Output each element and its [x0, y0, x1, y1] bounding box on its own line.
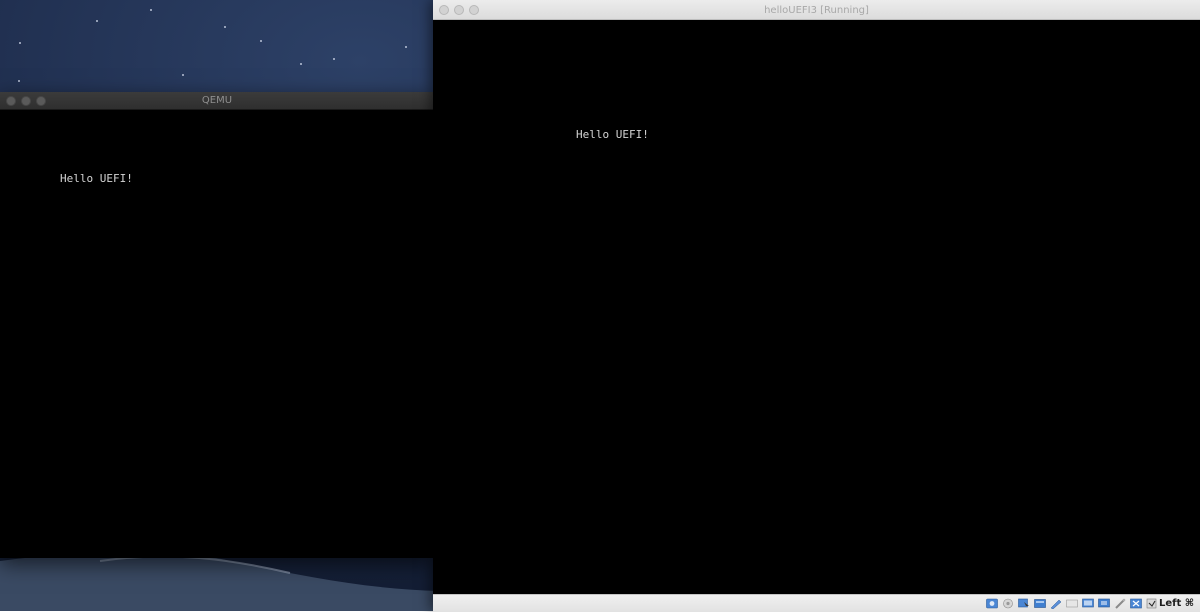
virtualbox-window-title: helloUEFI3 [Running] — [764, 5, 869, 16]
video-capture-icon[interactable] — [1081, 597, 1094, 609]
cpu-icon[interactable] — [1097, 597, 1110, 609]
status-icons-group — [985, 597, 1158, 610]
keyboard-capture-icon[interactable] — [1145, 597, 1158, 609]
virtualbox-window[interactable]: helloUEFI3 [Running] Hello UEFI! Left ⌘ — [433, 0, 1200, 612]
shared-folders-icon[interactable] — [1049, 597, 1062, 609]
network-icon[interactable] — [1033, 597, 1046, 609]
virtualbox-status-bar: Left ⌘ — [433, 594, 1200, 612]
qemu-vm-display[interactable]: Hello UEFI! — [0, 110, 434, 558]
mouse-integration-icon[interactable] — [1113, 597, 1126, 609]
audio-icon[interactable] — [1001, 597, 1014, 609]
qemu-window-title: QEMU — [201, 95, 233, 106]
virtualbox-vm-display[interactable]: Hello UEFI! — [433, 20, 1200, 594]
hdd-activity-icon[interactable] — [1129, 597, 1142, 609]
virtualbox-console-text: Hello UEFI! — [576, 128, 649, 141]
qemu-window[interactable]: QEMU Hello UEFI! — [0, 92, 434, 558]
host-key-label: Left ⌘ — [1158, 598, 1194, 609]
qemu-console-text: Hello UEFI! — [60, 172, 133, 185]
qemu-title-bar[interactable]: QEMU — [0, 92, 434, 110]
display-icon[interactable] — [1065, 597, 1078, 609]
usb-icon[interactable] — [1017, 597, 1030, 609]
optical-drive-icon[interactable] — [985, 597, 998, 609]
virtualbox-title-bar[interactable]: helloUEFI3 [Running] — [433, 0, 1200, 20]
